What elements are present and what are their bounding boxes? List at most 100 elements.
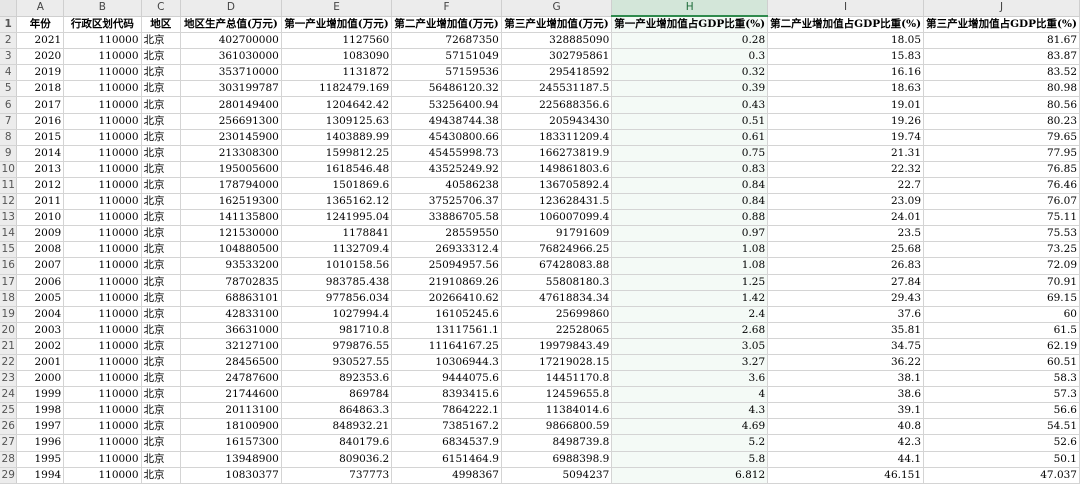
data-cell[interactable]: 北京 <box>141 209 182 227</box>
data-cell[interactable]: 69.15 <box>923 290 1080 307</box>
data-cell[interactable]: 北京 <box>141 370 182 388</box>
data-cell[interactable]: 北京 <box>141 129 182 146</box>
data-cell[interactable]: 34.75 <box>767 338 925 355</box>
data-cell[interactable]: 110000 <box>63 370 142 388</box>
column-header-a[interactable]: A <box>16 0 65 17</box>
data-cell[interactable]: 57151049 <box>391 48 502 66</box>
data-cell[interactable]: 25.68 <box>767 241 925 259</box>
data-cell[interactable]: 19.74 <box>767 129 925 146</box>
row-number[interactable]: 6 <box>0 96 18 114</box>
data-cell[interactable]: 110000 <box>63 402 142 420</box>
data-cell[interactable]: 1997 <box>16 418 65 436</box>
row-number[interactable]: 25 <box>0 402 18 420</box>
data-cell[interactable]: 1132709.4 <box>281 241 393 259</box>
data-cell[interactable]: 864863.3 <box>281 402 393 420</box>
data-cell[interactable]: 57.3 <box>923 386 1080 404</box>
data-cell[interactable]: 110000 <box>63 193 142 211</box>
data-cell[interactable]: 1995 <box>16 451 65 468</box>
data-cell[interactable]: 80.23 <box>923 113 1080 130</box>
row-number[interactable]: 24 <box>0 386 18 404</box>
data-cell[interactable]: 60.51 <box>923 354 1080 372</box>
data-cell[interactable]: 256691300 <box>180 113 282 130</box>
data-cell[interactable]: 361030000 <box>180 48 282 66</box>
data-cell[interactable]: 183311209.4 <box>501 129 613 146</box>
data-cell[interactable]: 49438744.38 <box>391 113 502 130</box>
data-cell[interactable]: 0.28 <box>611 32 769 50</box>
data-cell[interactable]: 北京 <box>141 32 182 50</box>
data-cell[interactable]: 205943430 <box>501 113 613 130</box>
data-cell[interactable]: 110000 <box>63 129 142 146</box>
data-cell[interactable]: 110000 <box>63 290 142 307</box>
data-cell[interactable]: 2019 <box>16 64 65 82</box>
data-cell[interactable]: 15.83 <box>767 48 925 66</box>
data-cell[interactable]: 10306944.3 <box>391 354 502 372</box>
data-cell[interactable]: 1010158.56 <box>281 257 393 275</box>
header-cell[interactable]: 第二产业增加值占GDP比重(%) <box>767 16 925 34</box>
data-cell[interactable]: 110000 <box>63 113 142 130</box>
data-cell[interactable]: 5.2 <box>611 434 769 452</box>
data-cell[interactable]: 93533200 <box>180 257 282 275</box>
column-header-i[interactable]: I <box>767 0 925 17</box>
data-cell[interactable]: 1178841 <box>281 225 393 243</box>
data-cell[interactable]: 76.46 <box>923 177 1080 195</box>
data-cell[interactable]: 14451170.8 <box>501 370 613 388</box>
row-number[interactable]: 23 <box>0 370 18 388</box>
data-cell[interactable]: 46.151 <box>767 467 925 484</box>
data-cell[interactable]: 110000 <box>63 434 142 452</box>
data-cell[interactable]: 北京 <box>141 354 182 372</box>
data-cell[interactable]: 3.6 <box>611 370 769 388</box>
data-cell[interactable]: 28456500 <box>180 354 282 372</box>
data-cell[interactable]: 280149400 <box>180 96 282 114</box>
data-cell[interactable]: 0.83 <box>611 161 769 178</box>
data-cell[interactable]: 977856.034 <box>281 290 393 307</box>
data-cell[interactable]: 28559550 <box>391 225 502 243</box>
data-cell[interactable]: 25699860 <box>501 306 613 323</box>
data-cell[interactable]: 809036.2 <box>281 451 393 468</box>
data-cell[interactable]: 北京 <box>141 48 182 66</box>
data-cell[interactable]: 0.61 <box>611 129 769 146</box>
data-cell[interactable]: 北京 <box>141 274 182 291</box>
data-cell[interactable]: 848932.21 <box>281 418 393 436</box>
data-cell[interactable]: 8498739.8 <box>501 434 613 452</box>
data-cell[interactable]: 2001 <box>16 354 65 372</box>
data-cell[interactable]: 27.84 <box>767 274 925 291</box>
data-cell[interactable]: 0.88 <box>611 209 769 227</box>
data-cell[interactable]: 54.51 <box>923 418 1080 436</box>
data-cell[interactable]: 6834537.9 <box>391 434 502 452</box>
data-cell[interactable]: 0.84 <box>611 193 769 211</box>
data-cell[interactable]: 18100900 <box>180 418 282 436</box>
data-cell[interactable]: 979876.55 <box>281 338 393 355</box>
data-cell[interactable]: 7385167.2 <box>391 418 502 436</box>
data-cell[interactable]: 61.5 <box>923 322 1080 339</box>
data-cell[interactable]: 303199787 <box>180 80 282 98</box>
data-cell[interactable]: 16157300 <box>180 434 282 452</box>
data-cell[interactable]: 0.97 <box>611 225 769 243</box>
data-cell[interactable]: 32127100 <box>180 338 282 355</box>
data-cell[interactable]: 2015 <box>16 129 65 146</box>
data-cell[interactable]: 110000 <box>63 338 142 355</box>
data-cell[interactable]: 北京 <box>141 80 182 98</box>
data-cell[interactable]: 23.09 <box>767 193 925 211</box>
data-cell[interactable]: 北京 <box>141 338 182 355</box>
data-cell[interactable]: 39.1 <box>767 402 925 420</box>
column-header-e[interactable]: E <box>281 0 393 17</box>
row-number[interactable]: 17 <box>0 274 18 291</box>
data-cell[interactable]: 930527.55 <box>281 354 393 372</box>
row-number[interactable]: 15 <box>0 241 18 259</box>
header-cell[interactable]: 第二产业增加值(万元) <box>391 16 502 34</box>
data-cell[interactable]: 北京 <box>141 306 182 323</box>
data-cell[interactable]: 4 <box>611 386 769 404</box>
data-cell[interactable]: 110000 <box>63 451 142 468</box>
data-cell[interactable]: 104880500 <box>180 241 282 259</box>
data-cell[interactable]: 13948900 <box>180 451 282 468</box>
data-cell[interactable]: 1994 <box>16 467 65 484</box>
row-number[interactable]: 22 <box>0 354 18 372</box>
data-cell[interactable]: 2009 <box>16 225 65 243</box>
data-cell[interactable]: 0.43 <box>611 96 769 114</box>
data-cell[interactable]: 22528065 <box>501 322 613 339</box>
data-cell[interactable]: 47.037 <box>923 467 1080 484</box>
row-number[interactable]: 4 <box>0 64 18 82</box>
data-cell[interactable]: 2010 <box>16 209 65 227</box>
data-cell[interactable]: 0.32 <box>611 64 769 82</box>
data-cell[interactable]: 16105245.6 <box>391 306 502 323</box>
